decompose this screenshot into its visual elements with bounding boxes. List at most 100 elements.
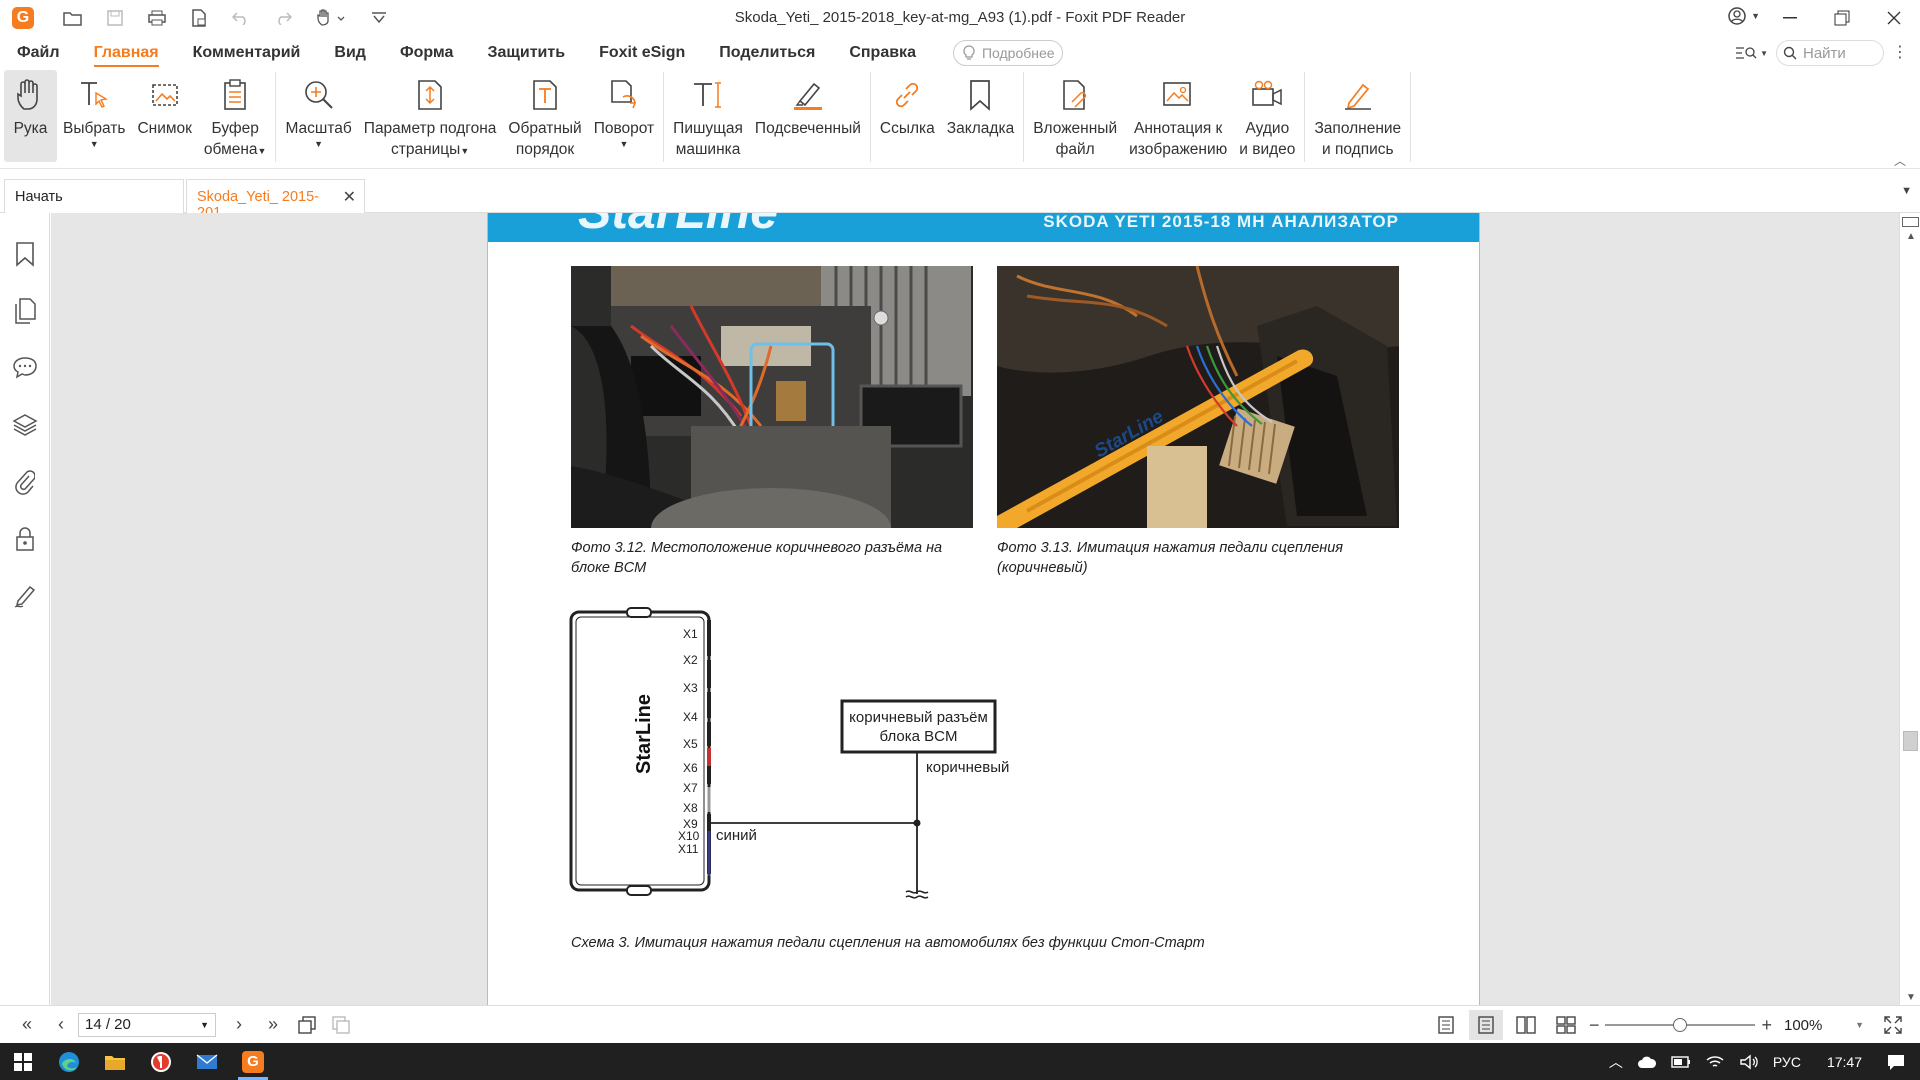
signature-panel-icon[interactable]	[0, 567, 50, 624]
menu-form[interactable]: Форма	[383, 36, 471, 70]
pages-panel-icon[interactable]	[0, 282, 50, 339]
page-number-input[interactable]: 14 / 20 ▼	[78, 1012, 216, 1037]
first-page-icon[interactable]: «	[10, 1010, 44, 1040]
zoom-level-select[interactable]: 100% ▼	[1778, 1013, 1870, 1037]
input-language[interactable]: РУС	[1773, 1054, 1801, 1070]
search-icon	[1783, 46, 1797, 60]
link-button[interactable]: Ссылка	[874, 70, 941, 162]
cloud-icon[interactable]	[1637, 1054, 1657, 1070]
hand-tool-dropdown-icon[interactable]	[314, 7, 348, 29]
foxit-taskbar-icon[interactable]: G	[230, 1043, 276, 1080]
scroll-up-arrow-icon[interactable]: ▲	[1906, 231, 1916, 242]
mail-icon[interactable]	[184, 1043, 230, 1080]
lightbulb-icon	[963, 45, 975, 60]
zoom-button[interactable]: Масштаб ▼	[279, 70, 357, 162]
open-folder-icon[interactable]	[62, 7, 84, 29]
bookmark-button[interactable]: Закладка	[941, 70, 1020, 162]
search-options-button[interactable]: ▼	[1735, 45, 1768, 61]
previous-view-icon[interactable]	[290, 1010, 324, 1040]
chevron-down-icon: ▼	[460, 146, 470, 156]
single-page-view-icon[interactable]	[1429, 1010, 1463, 1040]
tell-me-input[interactable]: Подробнее	[952, 40, 1063, 66]
print-icon[interactable]	[146, 7, 168, 29]
fullscreen-icon[interactable]	[1876, 1010, 1910, 1040]
previous-page-icon[interactable]: ‹	[44, 1010, 78, 1040]
undo-icon[interactable]	[230, 7, 252, 29]
rotate-button[interactable]: Поворот ▼	[588, 70, 660, 162]
fill-sign-button[interactable]: Заполнение и подпись	[1308, 70, 1407, 162]
next-page-icon[interactable]: ›	[222, 1010, 256, 1040]
save-icon[interactable]	[104, 7, 126, 29]
facing-view-icon[interactable]	[1509, 1010, 1543, 1040]
continuous-facing-view-icon[interactable]	[1549, 1010, 1583, 1040]
scroll-down-arrow-icon[interactable]: ▼	[1906, 992, 1916, 1003]
security-panel-lock-icon[interactable]	[0, 510, 50, 567]
menu-help[interactable]: Справка	[832, 36, 933, 70]
menu-comment[interactable]: Комментарий	[176, 36, 318, 70]
yandex-browser-icon[interactable]	[138, 1043, 184, 1080]
hand-label: Рука	[13, 120, 48, 137]
wiring-schematic: StarLine X1 X2 X3 X4 X5 X6 X7 X8 X9 X10 …	[568, 604, 1088, 924]
tab-start[interactable]: Начать	[4, 179, 184, 213]
split-view-handle[interactable]	[1902, 217, 1919, 227]
zoom-out-icon[interactable]: −	[1589, 1015, 1600, 1036]
account-button[interactable]: ▼	[1727, 6, 1760, 26]
volume-icon[interactable]	[1739, 1054, 1759, 1070]
reverse-order-button[interactable]: Обратный порядок	[502, 70, 587, 162]
menu-view[interactable]: Вид	[317, 36, 383, 70]
layers-panel-icon[interactable]	[0, 396, 50, 453]
clock[interactable]: 17:47	[1827, 1054, 1862, 1070]
select-tool-button[interactable]: Выбрать ▼	[57, 70, 131, 162]
tab-list-dropdown-icon[interactable]: ▼	[1901, 185, 1912, 197]
menu-protect[interactable]: Защитить	[470, 36, 582, 70]
notifications-icon[interactable]	[1886, 1053, 1906, 1071]
page-fit-button[interactable]: Параметр подгона страницы▼	[358, 70, 503, 162]
edge-browser-icon[interactable]	[46, 1043, 92, 1080]
close-button[interactable]	[1868, 0, 1920, 36]
redo-icon[interactable]	[272, 7, 294, 29]
zoom-label: Масштаб	[285, 120, 352, 137]
hand-icon	[14, 78, 48, 112]
photo1-caption-line2: блоке BCM	[571, 560, 647, 576]
file-explorer-icon[interactable]	[92, 1043, 138, 1080]
highlight-button[interactable]: Подсвеченный	[749, 70, 867, 162]
clipboard-icon	[218, 78, 252, 112]
next-view-icon[interactable]	[324, 1010, 358, 1040]
highlighter-icon	[791, 78, 825, 112]
vertical-scrollbar[interactable]: ▲ ▼	[1899, 213, 1920, 1005]
audio-video-button[interactable]: Аудио и видео	[1233, 70, 1301, 162]
restore-button[interactable]	[1816, 0, 1868, 36]
create-pdf-icon[interactable]	[188, 7, 210, 29]
last-page-icon[interactable]: »	[256, 1010, 290, 1040]
scrollbar-thumb[interactable]	[1903, 731, 1918, 751]
zoom-in-plus-icon[interactable]: +	[1761, 1015, 1772, 1036]
menu-file[interactable]: Файл	[0, 36, 77, 70]
close-tab-icon[interactable]: ✕	[343, 187, 356, 207]
typewriter-button[interactable]: Пишущая машинка	[667, 70, 749, 162]
find-input[interactable]: Найти	[1776, 40, 1884, 66]
windows-start-icon[interactable]	[0, 1043, 46, 1080]
more-options-icon[interactable]: ⋮	[1892, 45, 1908, 61]
schema-caption: Схема 3. Имитация нажатия педали сцеплен…	[571, 935, 1205, 951]
menu-foxit-esign[interactable]: Foxit eSign	[582, 36, 702, 70]
wifi-icon[interactable]	[1705, 1054, 1725, 1070]
zoom-slider[interactable]	[1605, 1018, 1756, 1032]
menu-share[interactable]: Поделиться	[702, 36, 832, 70]
attachment-button[interactable]: Вложенный файл	[1027, 70, 1123, 162]
show-hidden-icons-icon[interactable]: ︿	[1609, 1052, 1623, 1072]
customize-toolbar-icon[interactable]	[368, 7, 390, 29]
collapse-ribbon-icon[interactable]: ︿	[1894, 152, 1906, 169]
clipboard-button[interactable]: Буфер обмена▼	[198, 70, 273, 162]
comments-panel-icon[interactable]	[0, 339, 50, 396]
continuous-view-icon[interactable]	[1468, 1010, 1503, 1040]
minimize-button[interactable]	[1764, 0, 1816, 36]
menu-home[interactable]: Главная	[77, 36, 176, 70]
snapshot-button[interactable]: Снимок	[131, 70, 197, 162]
image-annotation-button[interactable]: Аннотация к изображению	[1123, 70, 1233, 162]
bookmarks-panel-icon[interactable]	[0, 225, 50, 282]
attachments-panel-icon[interactable]	[0, 453, 50, 510]
hand-tool-button[interactable]: Рука	[4, 70, 57, 162]
zoom-slider-knob[interactable]	[1673, 1018, 1688, 1032]
tab-document[interactable]: Skoda_Yeti_ 2015-201... ✕	[186, 179, 365, 221]
battery-icon[interactable]	[1671, 1055, 1691, 1069]
